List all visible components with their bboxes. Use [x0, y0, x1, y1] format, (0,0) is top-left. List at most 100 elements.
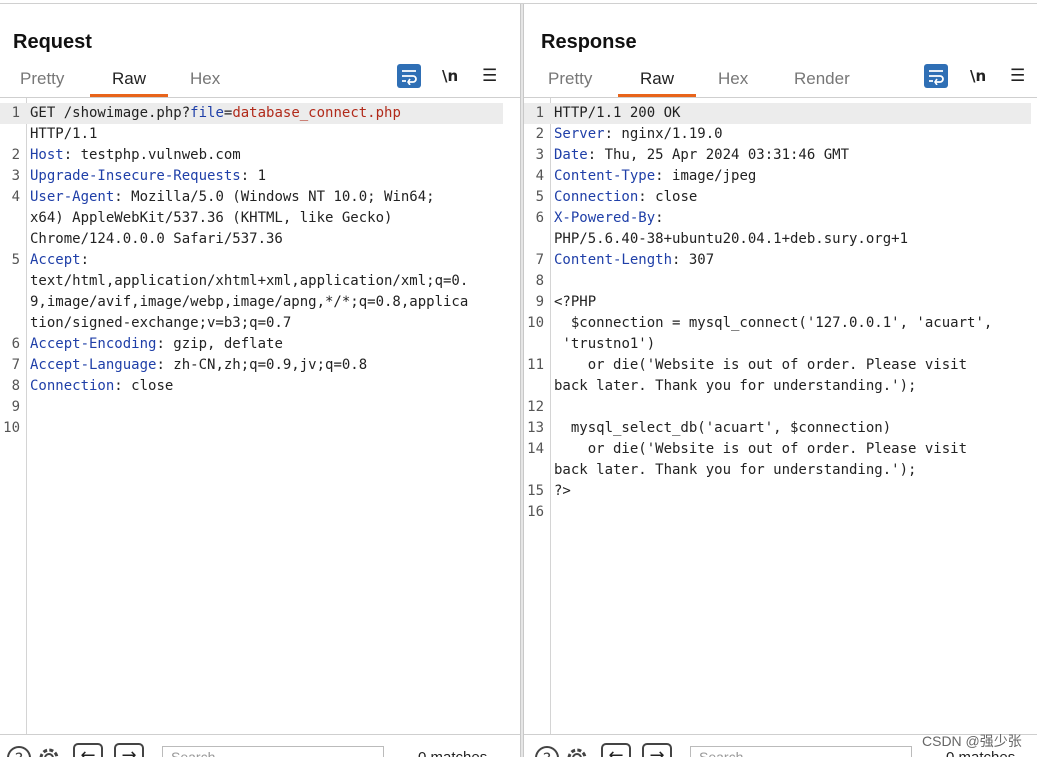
request-title: Request [13, 31, 92, 53]
code-text: Chrome/124.0.0.0 Safari/537.36 [30, 231, 283, 247]
line-number: 13 [527, 420, 544, 436]
help-icon[interactable]: ? [534, 745, 560, 757]
line-number: 5 [535, 189, 544, 205]
response-tab-hex[interactable]: Hex [718, 69, 748, 89]
header-name: Server [554, 126, 605, 142]
code-text: : testphp.vulnweb.com [63, 147, 241, 163]
code-line: 7 Content-Length: 307 [524, 250, 1031, 271]
line-number: 1 [535, 105, 544, 121]
header-name: X-Powered-By [554, 210, 656, 226]
header-name: Connection [554, 189, 639, 205]
header-name: Content-Length [554, 252, 673, 268]
request-tab-hex[interactable]: Hex [190, 69, 220, 89]
code-text: : [80, 252, 90, 268]
param-value: database_connect.php [232, 105, 401, 121]
request-tab-pretty[interactable]: Pretty [20, 69, 64, 89]
code-line: 11 or die('Website is out of order. Plea… [524, 355, 1031, 376]
code-text: 'trustno1') [554, 336, 656, 352]
next-match-button[interactable]: → [642, 743, 672, 757]
request-search-input[interactable]: Search... [162, 746, 384, 757]
svg-text:?: ? [543, 749, 552, 757]
gear-icon[interactable] [36, 745, 62, 757]
response-newline-toggle[interactable]: \n [970, 67, 986, 85]
response-title: Response [541, 31, 637, 53]
code-text: HTTP/1.1 [30, 126, 98, 142]
request-matches-count: 0 matches [418, 749, 487, 757]
code-text: : Thu, 25 Apr 2024 03:31:46 GMT [587, 147, 850, 163]
code-line: 1 HTTP/1.1 200 OK [524, 103, 1031, 124]
request-editor[interactable]: 1 GET /showimage.php?file=database_connec… [0, 97, 520, 735]
help-icon[interactable]: ? [6, 745, 32, 757]
code-line: 9​ [0, 397, 503, 418]
code-line: 3 Date: Thu, 25 Apr 2024 03:31:46 GMT [524, 145, 1031, 166]
response-tab-raw[interactable]: Raw [617, 69, 697, 97]
previous-match-button[interactable]: ← [601, 743, 631, 757]
code-text: : 307 [672, 252, 715, 268]
code-text: : gzip, deflate [156, 336, 283, 352]
code-text: : zh-CN,zh;q=0.9,jv;q=0.8 [156, 357, 368, 373]
line-number: 2 [535, 126, 544, 142]
request-bottom-bar: ? ← → Search... 0 matches [0, 734, 520, 757]
code-line: 8 Connection: close [0, 376, 503, 397]
response-tab-render[interactable]: Render [794, 69, 850, 89]
request-word-wrap-button[interactable] [397, 64, 421, 88]
code-line: text/html,application/xhtml+xml,applicat… [0, 271, 503, 292]
header-name: Date [554, 147, 588, 163]
code-text: : close [114, 378, 174, 394]
header-name: Host [30, 147, 64, 163]
code-line: Chrome/124.0.0.0 Safari/537.36 [0, 229, 503, 250]
line-number: 7 [11, 357, 20, 373]
response-tab-pretty[interactable]: Pretty [548, 69, 592, 89]
line-number: 8 [535, 273, 544, 289]
watermark: CSDN @强少张 [922, 733, 1022, 749]
code-text: HTTP/1.1 200 OK [554, 105, 681, 121]
previous-match-button[interactable]: ← [73, 743, 103, 757]
code-line: 15 ?> [524, 481, 1031, 502]
code-text: : image/jpeg [655, 168, 757, 184]
line-number: 14 [527, 441, 544, 457]
code-text: back later. Thank you for understanding.… [554, 462, 917, 478]
code-line: 5 Connection: close [524, 187, 1031, 208]
code-line: 14 or die('Website is out of order. Plea… [524, 439, 1031, 460]
line-number: 1 [11, 105, 20, 121]
line-number: 8 [11, 378, 20, 394]
header-name: Content-Type [554, 168, 656, 184]
code-line: back later. Thank you for understanding.… [524, 460, 1031, 481]
code-text: : [655, 210, 664, 226]
line-number: 10 [3, 420, 20, 436]
code-line: 9 <?PHP [524, 292, 1031, 313]
response-pane: Response Pretty Raw Hex Render \n ☰ 1 HTT… [524, 4, 1037, 757]
request-lines: 1 GET /showimage.php?file=database_connec… [0, 103, 503, 439]
code-line: 4 User-Agent: Mozilla/5.0 (Windows NT 10.… [0, 187, 503, 208]
line-number: 6 [11, 336, 20, 352]
response-search-input[interactable]: Search... [690, 746, 912, 757]
line-number: 15 [527, 483, 544, 499]
response-word-wrap-button[interactable] [924, 64, 948, 88]
request-pane: Request Pretty Raw Hex \n ☰ 1 GET /showim… [0, 4, 520, 757]
next-match-button[interactable]: → [114, 743, 144, 757]
code-line: 'trustno1') [524, 334, 1031, 355]
response-editor[interactable]: 1 HTTP/1.1 200 OK 2 Server: nginx/1.19.0 3 Da… [524, 97, 1037, 735]
code-text: : Mozilla/5.0 (Windows NT 10.0; Win64; [114, 189, 435, 205]
response-menu-icon[interactable]: ☰ [1010, 66, 1025, 86]
request-newline-toggle[interactable]: \n [442, 67, 458, 85]
header-name: Upgrade-Insecure-Requests [30, 168, 241, 184]
line-number: 3 [11, 168, 20, 184]
request-tab-raw[interactable]: Raw [89, 69, 169, 97]
code-text: or die('Website is out of order. Please … [554, 357, 968, 373]
code-line: 10 $connection = mysql_connect('127.0.0.… [524, 313, 1031, 334]
code-line: 6 X-Powered-By: [524, 208, 1031, 229]
line-number: 10 [527, 315, 544, 331]
code-line: x64) AppleWebKit/537.36 (KHTML, like Gec… [0, 208, 503, 229]
code-text: : close [638, 189, 698, 205]
code-line: 10​ [0, 418, 503, 439]
code-line: 1 GET /showimage.php?file=database_connec… [0, 103, 503, 124]
code-text: $connection = mysql_connect('127.0.0.1',… [554, 315, 993, 331]
gear-icon[interactable] [564, 745, 590, 757]
word-wrap-icon [402, 70, 417, 85]
code-line: 5 Accept: [0, 250, 503, 271]
request-menu-icon[interactable]: ☰ [482, 66, 497, 86]
code-text: or die('Website is out of order. Please … [554, 441, 968, 457]
line-number: 4 [535, 168, 544, 184]
code-line: 3 Upgrade-Insecure-Requests: 1 [0, 166, 503, 187]
